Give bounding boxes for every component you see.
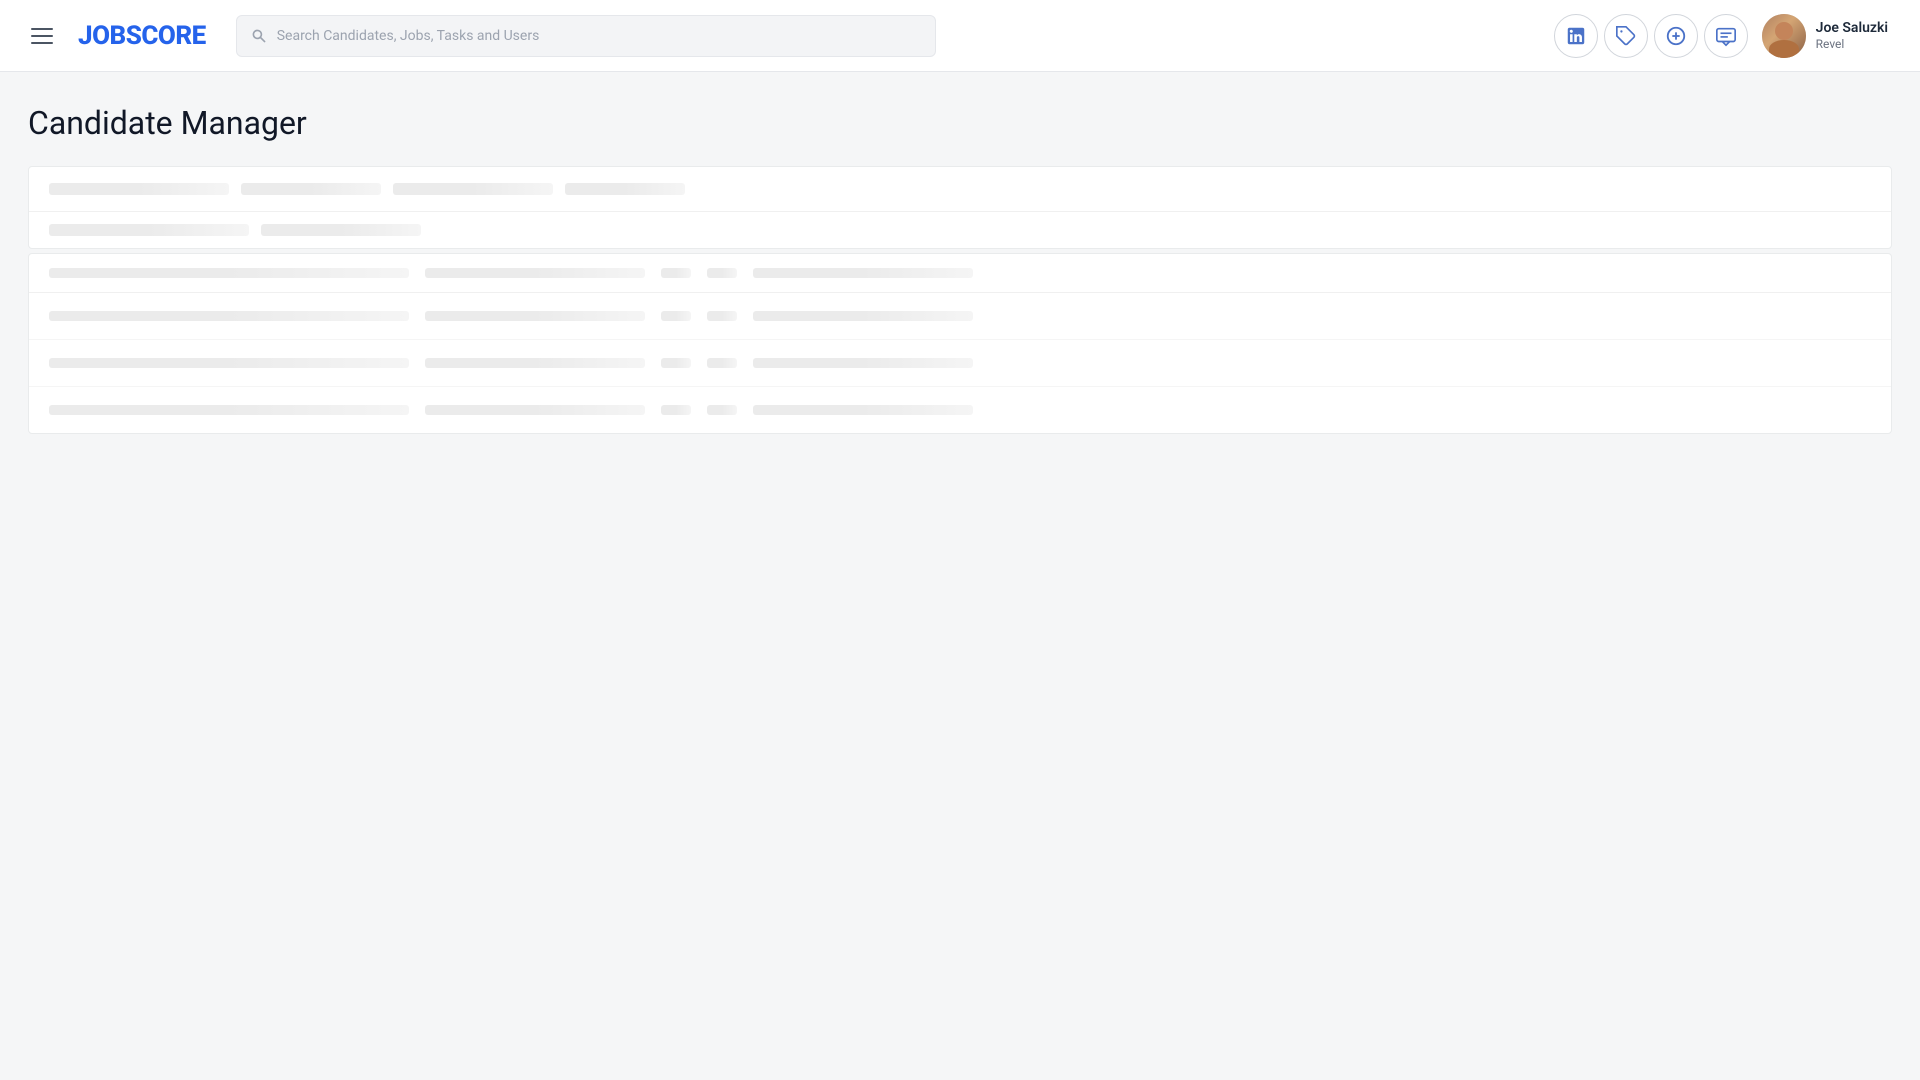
main-content: Candidate Manager xyxy=(0,72,1920,470)
add-icon xyxy=(1665,25,1687,47)
skeleton-cell-1-1 xyxy=(49,311,409,321)
skeleton-filter-6 xyxy=(261,224,421,236)
skeleton-cell-2-1 xyxy=(49,358,409,368)
skeleton-filter-2 xyxy=(241,183,381,195)
hamburger-menu[interactable] xyxy=(24,18,60,54)
user-profile[interactable]: Joe Saluzki Revel xyxy=(1754,10,1896,62)
skeleton-col-header-2 xyxy=(425,268,645,278)
skeleton-col-header-1 xyxy=(49,268,409,278)
linkedin-icon xyxy=(1565,25,1587,47)
skeleton-col-header-3 xyxy=(661,268,691,278)
skeleton-filter-4 xyxy=(565,183,685,195)
skeleton-cell-2-3 xyxy=(661,358,691,368)
search-bar[interactable]: Search Candidates, Jobs, Tasks and Users xyxy=(236,15,936,57)
skeleton-cell-3-4 xyxy=(707,405,737,415)
table-skeleton xyxy=(28,253,1892,434)
table-row xyxy=(29,293,1891,340)
skeleton-filter-5 xyxy=(49,224,249,236)
logo-text: JOBSCORE xyxy=(78,21,206,51)
skeleton-col-header-5 xyxy=(753,268,973,278)
user-company: Revel xyxy=(1816,37,1888,53)
add-button[interactable] xyxy=(1654,14,1698,58)
table-row xyxy=(29,387,1891,433)
nav-actions: Joe Saluzki Revel xyxy=(1554,10,1896,62)
search-placeholder: Search Candidates, Jobs, Tasks and Users xyxy=(277,28,540,44)
user-name: Joe Saluzki xyxy=(1816,19,1888,37)
skeleton-cell-1-2 xyxy=(425,311,645,321)
skeleton-cell-3-1 xyxy=(49,405,409,415)
linkedin-button[interactable] xyxy=(1554,14,1598,58)
user-info: Joe Saluzki Revel xyxy=(1816,19,1888,53)
messages-icon xyxy=(1715,25,1737,47)
table-header-skeleton xyxy=(29,254,1891,293)
messages-button[interactable] xyxy=(1704,14,1748,58)
filter-bar-loading-2 xyxy=(29,211,1891,248)
skeleton-cell-3-2 xyxy=(425,405,645,415)
skeleton-cell-2-4 xyxy=(707,358,737,368)
search-icon xyxy=(251,28,267,44)
tag-button[interactable] xyxy=(1604,14,1648,58)
skeleton-cell-2-5 xyxy=(753,358,973,368)
skeleton-filter-1 xyxy=(49,183,229,195)
skeleton-filter-3 xyxy=(393,183,553,195)
avatar xyxy=(1762,14,1806,58)
skeleton-cell-3-5 xyxy=(753,405,973,415)
skeleton-cell-2-2 xyxy=(425,358,645,368)
navbar: JOBSCORE Search Candidates, Jobs, Tasks … xyxy=(0,0,1920,72)
skeleton-cell-3-3 xyxy=(661,405,691,415)
skeleton-col-header-4 xyxy=(707,268,737,278)
filter-bar-skeleton xyxy=(28,166,1892,249)
skeleton-cell-1-5 xyxy=(753,311,973,321)
skeleton-cell-1-3 xyxy=(661,311,691,321)
tag-icon xyxy=(1615,25,1637,47)
table-row xyxy=(29,340,1891,387)
skeleton-cell-1-4 xyxy=(707,311,737,321)
logo[interactable]: JOBSCORE xyxy=(78,21,206,51)
filter-bar-loading xyxy=(29,167,1891,211)
page-title: Candidate Manager xyxy=(28,104,1892,142)
